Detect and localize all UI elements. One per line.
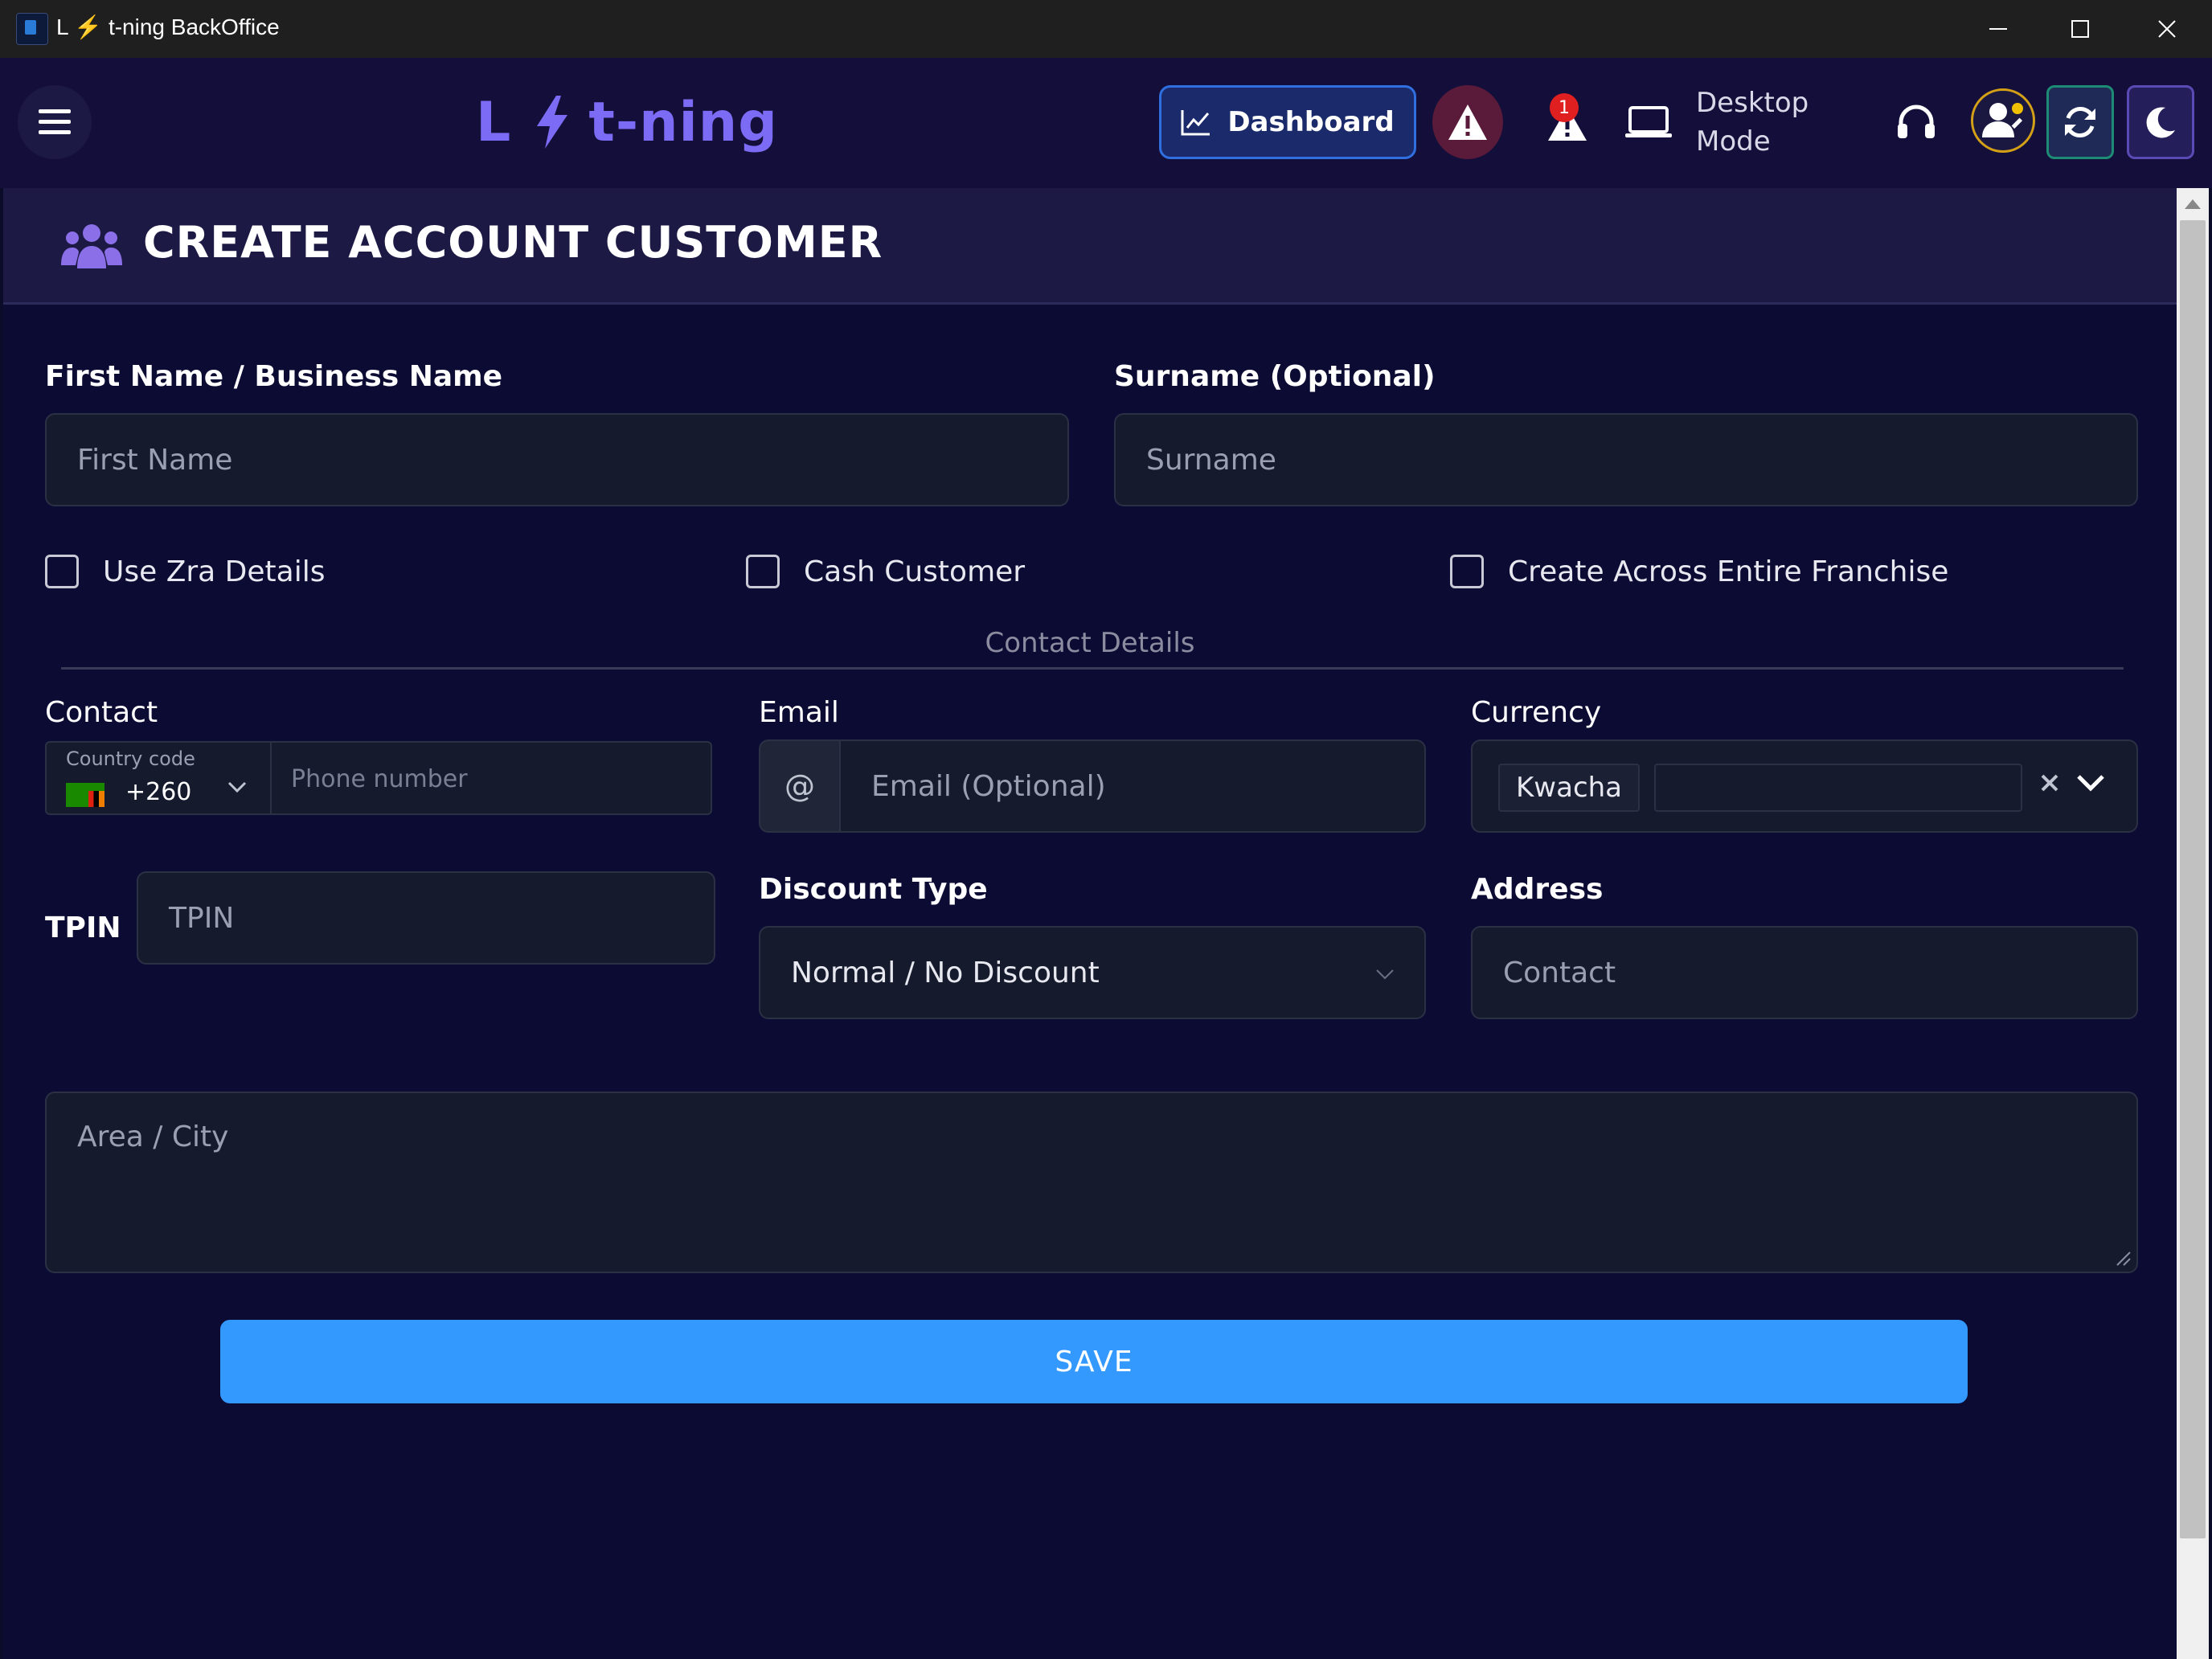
phone-number-input[interactable]: Phone number [291, 765, 468, 793]
dashboard-label: Dashboard [1227, 106, 1395, 138]
checkbox-label: Create Across Entire Franchise [1508, 555, 1949, 588]
desktop-mode-toggle[interactable]: Desktop Mode [1624, 85, 1825, 159]
surname-label: Surname (Optional) [1114, 360, 1436, 393]
chart-icon [1181, 110, 1210, 136]
at-icon: @ [759, 739, 839, 833]
maximize-icon [2071, 20, 2089, 38]
minimize-icon [1989, 28, 2007, 30]
currency-select[interactable]: Kwacha [1471, 739, 2138, 833]
notification-badge: 1 [1550, 93, 1579, 122]
users-icon [61, 224, 122, 268]
checkbox-label: Cash Customer [804, 555, 1026, 588]
window-titlebar: L ⚡ t-ning BackOffice [0, 0, 2212, 59]
close-button[interactable] [2130, 0, 2204, 58]
warning-icon [1448, 104, 1487, 140]
app-logo: L t-ning [476, 88, 778, 156]
clear-icon[interactable] [2038, 772, 2061, 794]
checkbox-label: Use Zra Details [103, 555, 326, 588]
dashboard-button[interactable]: Dashboard [1159, 85, 1416, 159]
minimize-button[interactable] [1961, 0, 2035, 58]
contact-details-heading: Contact Details [985, 627, 1195, 659]
checkbox-box[interactable] [45, 555, 79, 588]
discount-type-label: Discount Type [759, 873, 988, 906]
resize-grip-icon[interactable] [2114, 1249, 2132, 1267]
menu-icon [39, 109, 71, 134]
tpin-label: TPIN [45, 911, 121, 944]
user-edit-icon [1982, 103, 2023, 137]
create-across-franchise-checkbox[interactable]: Create Across Entire Franchise [1450, 555, 1948, 588]
address-input[interactable]: Contact [1471, 926, 2138, 1019]
discount-type-value: Normal / No Discount [791, 956, 1100, 989]
scrollbar[interactable] [2177, 188, 2209, 1659]
scrollbar-thumb[interactable] [2180, 220, 2206, 1538]
headset-icon [1898, 104, 1935, 138]
email-label: Email [759, 696, 839, 729]
card-header: CREATE ACCOUNT CUSTOMER [3, 188, 2177, 305]
page-title: CREATE ACCOUNT CUSTOMER [143, 217, 883, 268]
currency-chip[interactable]: Kwacha [1498, 764, 1641, 812]
use-zra-details-checkbox[interactable]: Use Zra Details [45, 555, 325, 588]
first-name-label: First Name / Business Name [45, 360, 503, 393]
currency-search-input[interactable] [1654, 764, 2022, 812]
tpin-input[interactable]: TPIN [137, 871, 715, 965]
area-city-placeholder: Area / City [77, 1120, 229, 1153]
contact-label: Contact [45, 696, 158, 729]
desktop-mode-line2: Mode [1696, 125, 1771, 158]
address-label: Address [1471, 873, 1604, 906]
checkbox-box[interactable] [746, 555, 780, 588]
alerts-button[interactable] [1432, 85, 1503, 159]
close-icon [2158, 20, 2176, 38]
bolt-icon [537, 96, 568, 149]
desktop-mode-label: Desktop Mode [1696, 84, 1825, 161]
logo-text: t-ning [588, 90, 778, 154]
moon-icon [2146, 107, 2175, 138]
support-button[interactable] [1886, 93, 1947, 154]
area-city-textarea[interactable]: Area / City [45, 1092, 2138, 1273]
laptop-icon [1625, 106, 1672, 137]
chevron-down-icon [1376, 969, 1394, 980]
phone-input-group: Country code +260 Phone number [45, 741, 712, 815]
cash-customer-checkbox[interactable]: Cash Customer [746, 555, 1025, 588]
checkbox-box[interactable] [1450, 555, 1484, 588]
scroll-up-icon[interactable] [2185, 199, 2201, 209]
zambia-flag-icon [66, 783, 104, 807]
refresh-icon [2065, 107, 2095, 137]
surname-input[interactable]: Surname [1114, 413, 2138, 506]
section-divider [61, 667, 2124, 670]
maximize-button[interactable] [2043, 0, 2117, 58]
logo-letter: L [476, 90, 512, 154]
theme-toggle-button[interactable] [2127, 85, 2194, 159]
country-code-value[interactable]: +260 [125, 778, 191, 806]
separator [270, 743, 272, 813]
desktop-mode-line1: Desktop [1696, 87, 1809, 119]
discount-type-select[interactable]: Normal / No Discount [759, 926, 1426, 1019]
email-input-group: @ Email (Optional) [759, 739, 1426, 833]
profile-button[interactable] [1971, 88, 2035, 153]
chevron-down-icon[interactable] [225, 775, 249, 799]
menu-button[interactable] [18, 85, 92, 159]
first-name-input[interactable]: First Name [45, 413, 1069, 506]
app-header: L t-ning Dashboard 1 Desktop Mode [0, 58, 2212, 188]
currency-label: Currency [1471, 696, 1602, 729]
chevron-down-icon[interactable] [2075, 770, 2106, 794]
country-code-label: Country code [66, 748, 195, 770]
create-customer-card: CREATE ACCOUNT CUSTOMER First Name / Bus… [3, 188, 2177, 1659]
email-input[interactable]: Email (Optional) [839, 739, 1426, 833]
refresh-button[interactable] [2046, 85, 2114, 159]
app-icon [16, 13, 48, 45]
save-button[interactable]: SAVE [220, 1320, 1968, 1403]
window-title: L ⚡ t-ning BackOffice [56, 14, 280, 39]
